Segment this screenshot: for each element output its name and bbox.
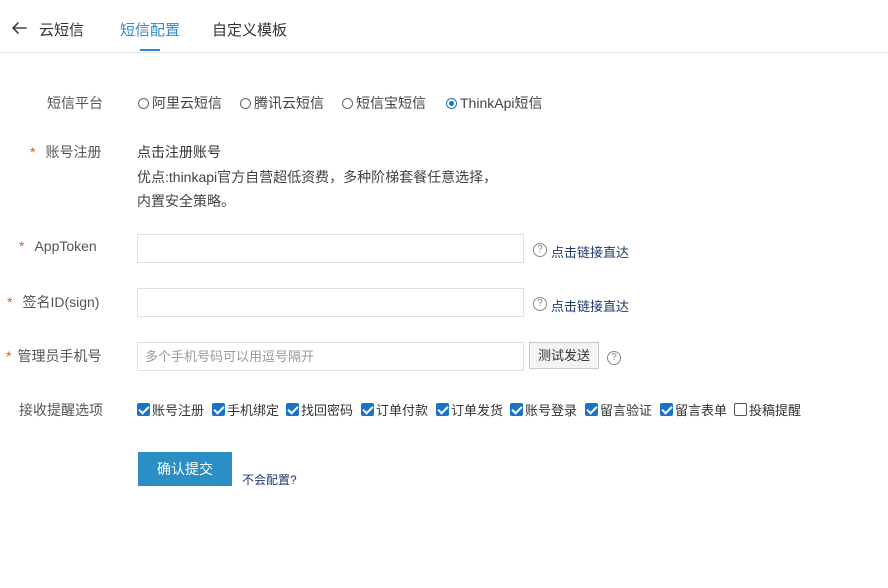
radio-circle-checked[interactable] — [446, 97, 457, 109]
required-mark: * — [7, 294, 13, 310]
radio-tencent[interactable]: 腾讯云短信 — [240, 93, 324, 113]
checkbox-submission-remind[interactable]: 投稿提醒 — [734, 400, 801, 419]
radio-smsbao[interactable]: 短信宝短信 — [342, 93, 426, 113]
radio-aliyun[interactable]: 阿里云短信 — [138, 93, 222, 113]
checkbox-password-recovery[interactable]: 找回密码 — [286, 400, 353, 419]
checkbox-message-form[interactable]: 留言表单 — [660, 400, 727, 419]
tab-sms-config[interactable]: 短信配置 — [120, 19, 180, 40]
checkbox-checked[interactable] — [510, 403, 523, 416]
apptoken-label: * AppToken — [19, 238, 97, 254]
help-icon[interactable]: ? — [607, 351, 621, 365]
page-header: 云短信 短信配置 自定义模板 — [0, 0, 888, 53]
checkbox-checked[interactable] — [585, 403, 598, 416]
test-send-button[interactable]: 测试发送 — [529, 342, 599, 369]
sign-input[interactable] — [137, 288, 524, 317]
checkbox-checked[interactable] — [212, 403, 225, 416]
sign-label: * 签名ID(sign) — [7, 294, 100, 310]
account-label: * 账号注册 — [30, 144, 102, 160]
radio-label: ThinkApi短信 — [460, 95, 543, 111]
radio-label: 腾讯云短信 — [254, 95, 324, 111]
notify-label: 接收提醒选项 — [19, 402, 103, 418]
checkbox-phone-bind[interactable]: 手机绑定 — [212, 400, 279, 419]
apptoken-input[interactable] — [137, 234, 524, 263]
submit-button[interactable]: 确认提交 — [138, 452, 232, 486]
tab-custom-template[interactable]: 自定义模板 — [212, 19, 287, 40]
required-mark: * — [19, 238, 25, 254]
config-help-link[interactable]: 不会配置? — [242, 471, 297, 488]
admin-phone-input[interactable]: 多个手机号码可以用逗号隔开 — [137, 342, 524, 371]
back-arrow-icon[interactable] — [10, 19, 28, 37]
checkbox-checked[interactable] — [361, 403, 374, 416]
platform-label: 短信平台 — [47, 95, 103, 111]
radio-thinkapi[interactable]: ThinkApi短信 — [446, 93, 542, 113]
checkbox-account-login[interactable]: 账号登录 — [510, 400, 577, 419]
checkbox-checked[interactable] — [436, 403, 449, 416]
checkbox-checked[interactable] — [660, 403, 673, 416]
checkbox-order-shipping[interactable]: 订单发货 — [436, 400, 503, 419]
sign-help-link[interactable]: 点击链接直达 — [551, 296, 629, 315]
checkbox-message-verify[interactable]: 留言验证 — [585, 400, 652, 419]
checkbox-order-payment[interactable]: 订单付款 — [361, 400, 428, 419]
radio-circle[interactable] — [342, 97, 353, 109]
help-icon[interactable]: ? — [533, 243, 547, 257]
checkbox-checked[interactable] — [137, 403, 150, 416]
checkbox-account-register[interactable]: 账号注册 — [137, 400, 204, 419]
radio-circle[interactable] — [138, 97, 149, 109]
page-title: 云短信 — [39, 22, 85, 39]
required-mark: * — [30, 144, 36, 160]
checkbox-checked[interactable] — [286, 403, 299, 416]
checkbox-unchecked[interactable] — [734, 403, 747, 416]
help-icon[interactable]: ? — [533, 297, 547, 311]
register-account-link[interactable]: 点击注册账号 — [137, 142, 221, 162]
account-description: 优点:thinkapi官方自营超低资费，多种阶梯套餐任意选择， 内置安全策略。 — [137, 169, 498, 209]
active-tab-indicator — [140, 49, 160, 51]
apptoken-help-link[interactable]: 点击链接直达 — [551, 242, 629, 261]
admin-phone-label: * 管理员手机号 — [6, 348, 102, 364]
required-mark: * — [6, 348, 12, 364]
radio-label: 阿里云短信 — [152, 95, 222, 111]
radio-label: 短信宝短信 — [356, 95, 426, 111]
radio-circle[interactable] — [240, 97, 251, 109]
